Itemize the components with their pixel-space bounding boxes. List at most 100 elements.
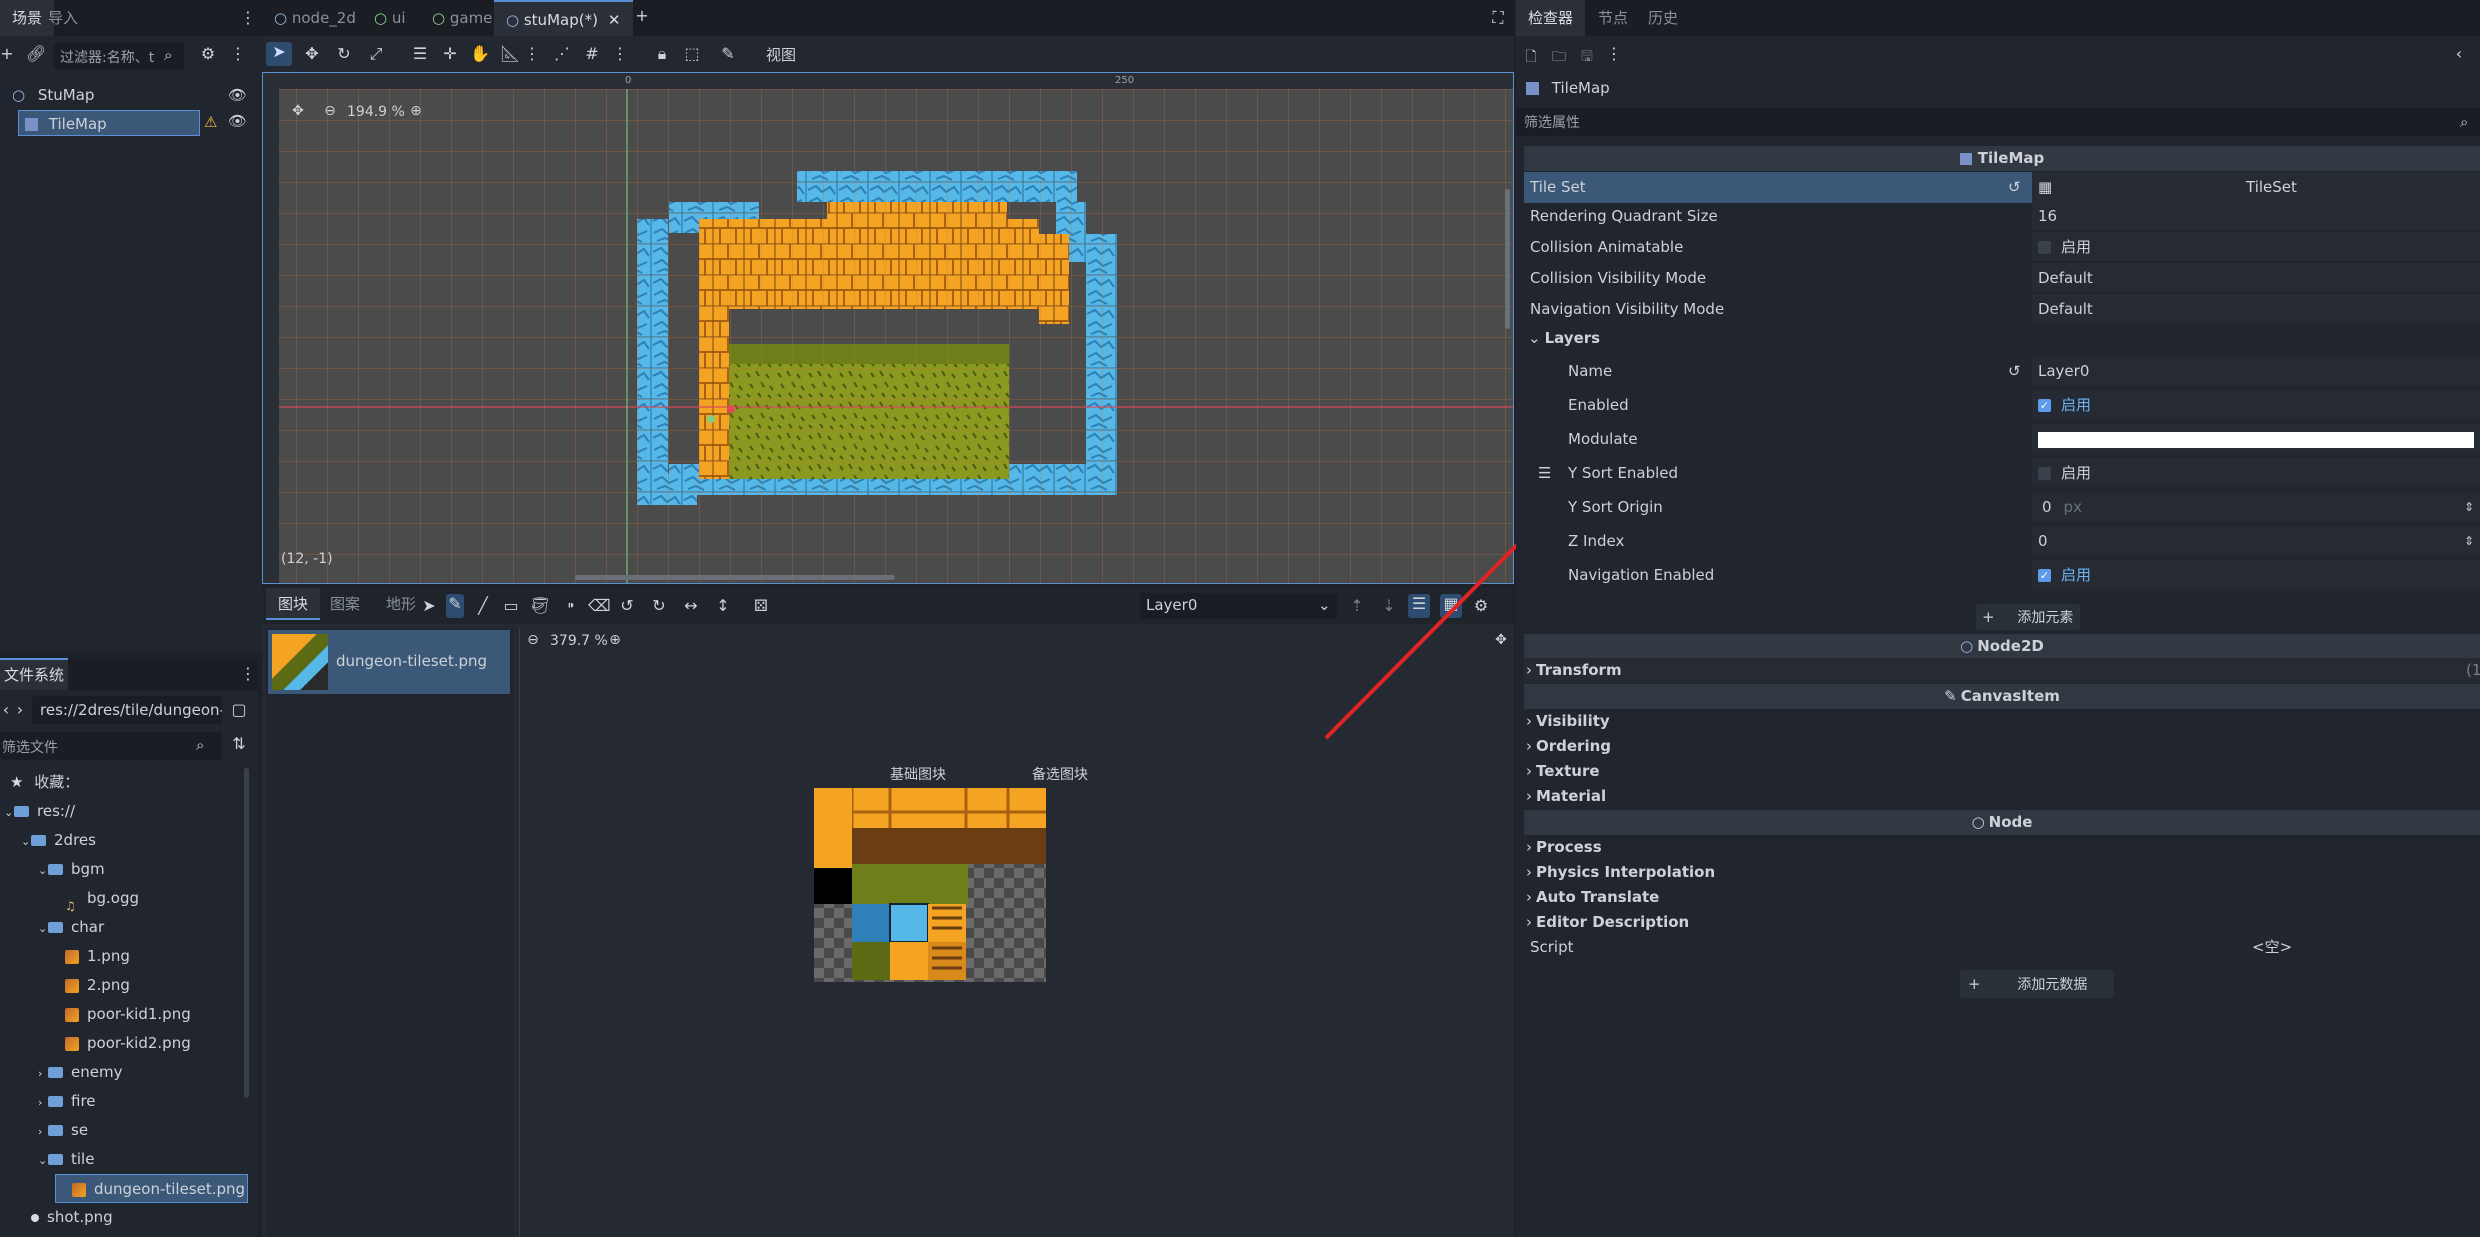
prop-row[interactable]: Y Sort Origin 0 px ⇕ — [1524, 492, 2480, 523]
checkbox[interactable]: ✓ — [2038, 569, 2051, 582]
flip-v-icon[interactable]: ↕ — [714, 596, 732, 615]
file-item[interactable]: ⌄ 2dres — [21, 826, 96, 855]
forward-arrow-icon[interactable]: › — [14, 700, 26, 719]
more-icon[interactable]: ⋮ — [230, 44, 246, 63]
viewport-2d[interactable]: 0 250 ✥ ⊖ 194.9 % ⊕ (12, -1) — [262, 72, 1514, 584]
eraser-tool-icon[interactable]: ⌫ — [588, 596, 611, 615]
prop-value[interactable]: Default — [2032, 294, 2480, 323]
bucket-tool-icon[interactable]: 🪣︎ — [530, 596, 550, 615]
tree-node-stumap[interactable]: ○ StuMap 👁︎ — [0, 82, 250, 108]
lock-icon[interactable]: 🔒︎ — [652, 44, 672, 64]
script-value[interactable]: <空> — [2252, 932, 2292, 963]
prop-row[interactable]: Collision Animatable 启用 — [1524, 232, 2480, 263]
dock-menu-icon[interactable]: ⋮ — [240, 664, 256, 683]
select-tool-icon[interactable]: ➤ — [420, 596, 438, 615]
file-item[interactable]: ♫ bg.ogg — [55, 884, 139, 913]
fullscreen-icon[interactable]: ⛶ — [1488, 8, 1508, 28]
prop-value[interactable]: ✓ 启用 — [2032, 390, 2480, 419]
list-select-icon[interactable]: ☰ — [410, 44, 430, 63]
random-tile-icon[interactable]: ⚄ — [752, 596, 770, 615]
more-icon[interactable]: ⋮ — [1606, 44, 1622, 63]
spinner-icon[interactable]: ⇕ — [2464, 526, 2474, 557]
settings-icon[interactable]: ⚙ — [1472, 596, 1490, 615]
paint-tool-icon[interactable]: ✎ — [446, 594, 464, 618]
group-transform[interactable]: ›Transform (1 项 — [1524, 658, 2480, 683]
tab-patterns[interactable]: 图案 — [318, 588, 372, 620]
file-item[interactable]: ⌄ res:// — [4, 797, 75, 826]
path-field[interactable]: res://2dres/tile/dungeon-t — [32, 696, 222, 724]
rotate-tool-icon[interactable]: ↻ — [334, 44, 354, 63]
script-icon[interactable]: ⚙ — [198, 44, 218, 63]
checkbox[interactable]: ✓ — [2038, 399, 2051, 412]
view-menu[interactable]: 视图 — [766, 44, 796, 65]
section-node[interactable]: ○ Node — [1524, 810, 2480, 835]
tile-set-resource[interactable]: ▦ TileSet — [2032, 172, 2480, 203]
zoom-level[interactable]: 194.9 % — [347, 104, 405, 120]
flip-h-icon[interactable]: ↔ — [682, 596, 700, 615]
tab-tiles[interactable]: 图块 — [266, 588, 321, 620]
h-scrollbar[interactable] — [575, 575, 895, 580]
file-item[interactable]: › enemy — [38, 1058, 122, 1087]
property-filter-input[interactable]: 筛选属性 ⌕ — [1516, 108, 2480, 136]
file-item[interactable]: › fire — [38, 1087, 96, 1116]
add-metadata-button[interactable]: + 添加元数据 — [1960, 970, 2114, 998]
prop-row[interactable]: Collision Visibility Mode Default — [1524, 263, 2480, 294]
prop-row[interactable]: Modulate — [1524, 424, 2480, 455]
sort-icon[interactable]: ⇅ — [230, 734, 248, 753]
chevron-icon[interactable]: ⌄ — [38, 914, 48, 943]
save-icon[interactable]: 🖫︎ — [1578, 46, 1596, 70]
pan-tool-icon[interactable]: ✋ — [470, 44, 490, 63]
prop-value[interactable]: 启用 — [2032, 232, 2480, 261]
back-arrow-icon[interactable]: ‹ — [0, 700, 12, 719]
prop-value[interactable]: Layer0 — [2032, 356, 2480, 385]
rotate-right-icon[interactable]: ↻ — [650, 596, 668, 615]
file-item[interactable]: shot.png — [21, 1203, 113, 1232]
tab-node-2d[interactable]: ○ node_2d — [262, 0, 368, 36]
prop-value[interactable]: ✓ 启用 — [2032, 560, 2480, 589]
pivot-icon[interactable]: ✛ — [440, 44, 460, 63]
smart-snap-icon[interactable]: ⋰ — [552, 44, 572, 63]
line-tool-icon[interactable]: ╱ — [474, 596, 492, 615]
grid-snap-icon[interactable]: # — [582, 44, 602, 63]
zoom-out-icon[interactable]: ⊖ — [524, 632, 542, 648]
bone-icon[interactable]: ✎ — [718, 44, 738, 63]
tileset-item[interactable]: dungeon-tileset.png — [268, 630, 510, 694]
highlight-layer-icon[interactable]: ☰ — [1408, 594, 1430, 618]
checkbox[interactable] — [2038, 467, 2051, 480]
chevron-icon[interactable]: › — [38, 1059, 48, 1088]
open-icon[interactable]: 🗀︎ — [1550, 46, 1568, 70]
section-tilemap[interactable]: TileMap — [1524, 146, 2480, 171]
prop-value[interactable]: 16 — [2032, 201, 2480, 230]
file-item[interactable]: ⌄ tile — [38, 1145, 94, 1174]
new-resource-icon[interactable]: 🗋︎ — [1522, 46, 1540, 70]
inspector-group[interactable]: › Material — [1524, 784, 2480, 809]
group-layers[interactable]: ⌄ Layers — [1524, 326, 2480, 351]
file-item[interactable]: poor-kid1.png — [55, 1000, 191, 1029]
prop-script[interactable]: Script <空> — [1524, 932, 2480, 963]
ruler-icon[interactable]: 📐︎ — [500, 44, 520, 63]
layer-down-icon[interactable]: ⇣ — [1380, 596, 1398, 615]
tab-game[interactable]: ○ game — [420, 0, 504, 36]
prop-row[interactable]: Enabled ✓ 启用 — [1524, 390, 2480, 421]
scene-filter-input[interactable]: 过滤器:名称、t ⌕ — [54, 42, 184, 70]
move-tool-icon[interactable]: ✥ — [302, 44, 322, 63]
spinner-icon[interactable]: ⇕ — [2464, 492, 2474, 523]
chevron-icon[interactable]: › — [38, 1088, 48, 1117]
inspector-group[interactable]: › Ordering — [1524, 734, 2480, 759]
group-icon[interactable]: ⬚ — [682, 44, 702, 63]
more-icon[interactable]: ⋮ — [524, 44, 540, 63]
inspector-group[interactable]: › Auto Translate — [1524, 885, 2480, 910]
tab-filesystem[interactable]: 文件系统 — [0, 658, 69, 690]
scale-tool-icon[interactable]: ⤢ — [366, 44, 386, 64]
prop-row[interactable]: Y Sort Enabled 启用 — [1524, 458, 2480, 489]
file-filter-input[interactable]: 筛选文件 ⌕ — [0, 732, 222, 760]
chevron-icon[interactable]: ⌄ — [38, 856, 48, 885]
atlas-view[interactable]: ⊖ 379.7 % ⊕ ✥ 基础图块 备选图块 — [522, 628, 1514, 1237]
prop-row[interactable]: Rendering Quadrant Size 16 — [1524, 201, 2480, 232]
add-tab-icon[interactable]: + — [632, 6, 652, 25]
close-icon[interactable]: ✕ — [608, 11, 621, 29]
atlas-zoom-level[interactable]: 379.7 % — [550, 633, 608, 649]
tab-stumap[interactable]: ○ stuMap(*) ✕ — [494, 0, 633, 36]
prop-value[interactable]: 0 ⇕ — [2032, 526, 2480, 555]
file-item[interactable]: › se — [38, 1116, 88, 1145]
